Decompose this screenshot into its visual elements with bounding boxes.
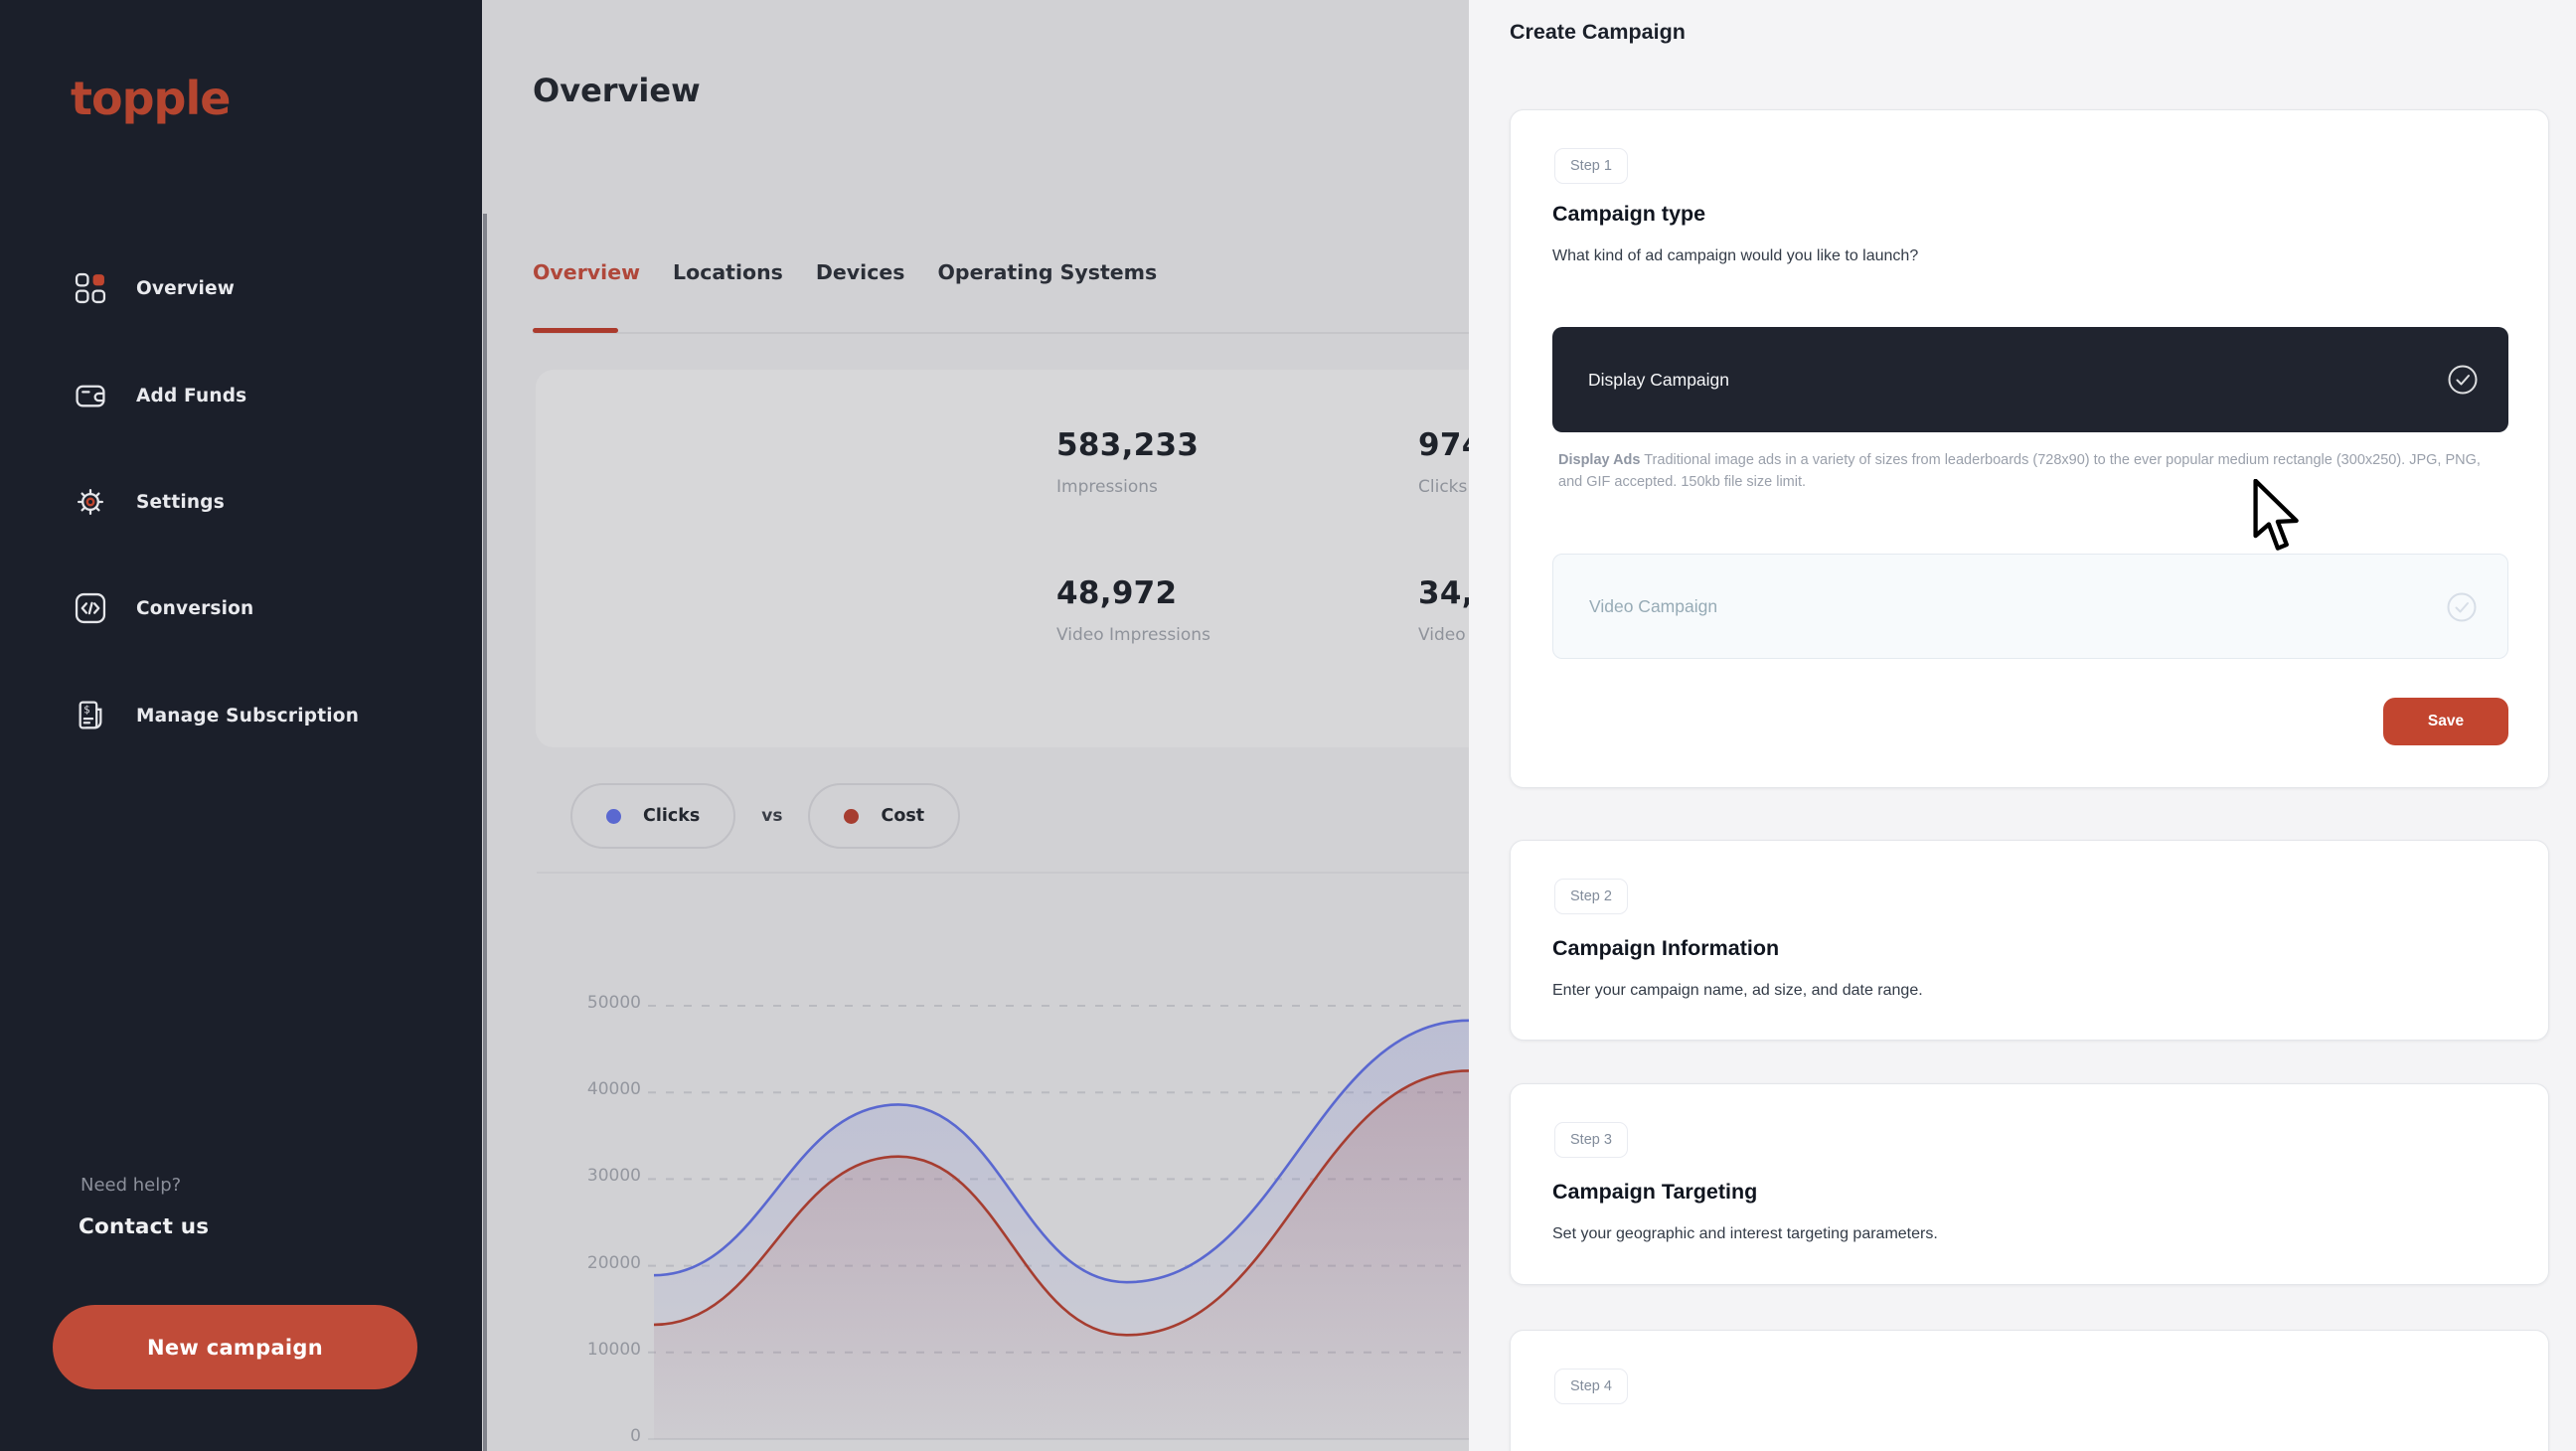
sidebar-item-label: Settings: [136, 492, 225, 513]
tab-operating-systems[interactable]: Operating Systems: [937, 260, 1157, 284]
legend-clicks-pill[interactable]: Clicks: [570, 783, 735, 849]
app-screen: topple Overview Add Funds: [0, 0, 2576, 1451]
sidebar-item-label: Overview: [136, 278, 235, 299]
sidebar-item-add-funds[interactable]: Add Funds: [75, 374, 246, 417]
sidebar-item-label: Add Funds: [136, 386, 246, 406]
need-help-text: Need help?: [80, 1175, 181, 1196]
legend-vs-text: vs: [761, 806, 782, 826]
receipt-icon: $: [75, 700, 106, 731]
step4-card[interactable]: Step 4: [1510, 1330, 2549, 1451]
legend-dot-cost: [844, 809, 859, 824]
clicks-cost-chart: [626, 984, 1469, 1451]
active-tab-underline: [533, 328, 618, 333]
step2-description: Enter your campaign name, ad size, and d…: [1552, 982, 1923, 1000]
sidebar-item-label: Conversion: [136, 598, 253, 619]
legend-cost-pill[interactable]: Cost: [808, 783, 960, 849]
contact-us-link[interactable]: Contact us: [79, 1214, 209, 1239]
chart-legend: Clicks vs Cost: [570, 783, 960, 849]
legend-dot-clicks: [606, 809, 621, 824]
option-display-campaign[interactable]: Display Campaign: [1552, 327, 2508, 432]
sidebar-item-overview[interactable]: Overview: [75, 266, 235, 310]
step2-card[interactable]: Step 2 Campaign Information Enter your c…: [1510, 840, 2549, 1041]
step3-heading: Campaign Targeting: [1552, 1180, 1757, 1205]
sidebar-item-label: Manage Subscription: [136, 706, 359, 726]
tab-locations[interactable]: Locations: [673, 260, 783, 284]
step3-description: Set your geographic and interest targeti…: [1552, 1225, 1938, 1243]
sidebar-item-conversion[interactable]: Conversion: [75, 586, 253, 630]
check-circle-icon: [2446, 591, 2478, 623]
create-campaign-drawer: Create Campaign Step 1 Campaign type Wha…: [1469, 0, 2576, 1451]
tabs-divider: [533, 332, 1469, 334]
stat-impressions: 583,233 Impressions: [1056, 427, 1199, 497]
tab-devices[interactable]: Devices: [816, 260, 905, 284]
check-circle-icon: [2447, 364, 2479, 396]
step1-badge: Step 1: [1554, 148, 1628, 184]
gear-icon: [75, 486, 106, 518]
sidebar-item-manage-subscription[interactable]: $ Manage Subscription: [75, 694, 359, 737]
save-button[interactable]: Save: [2383, 698, 2508, 745]
step4-badge: Step 4: [1554, 1369, 1628, 1404]
step1-heading: Campaign type: [1552, 202, 1705, 227]
legend-divider: [537, 872, 1469, 874]
tab-overview[interactable]: Overview: [533, 260, 640, 284]
svg-text:$: $: [83, 704, 90, 716]
step3-card[interactable]: Step 3 Campaign Targeting Set your geogr…: [1510, 1083, 2549, 1285]
sidebar-item-settings[interactable]: Settings: [75, 480, 225, 524]
drawer-title: Create Campaign: [1510, 20, 1686, 45]
sidebar: topple Overview Add Funds: [0, 0, 482, 1451]
step2-badge: Step 2: [1554, 879, 1628, 914]
new-campaign-button[interactable]: New campaign: [53, 1305, 417, 1389]
step1-card: Step 1 Campaign type What kind of ad cam…: [1510, 109, 2549, 788]
topple-logo: topple: [71, 72, 230, 125]
grid-icon: [75, 272, 106, 304]
overview-page: Overview Overview Locations Devices Oper…: [482, 0, 1469, 1451]
code-icon: [75, 592, 106, 624]
display-ads-note: Display Ads Traditional image ads in a v…: [1558, 450, 2488, 494]
tab-bar: Overview Locations Devices Operating Sys…: [533, 260, 1157, 284]
stat-video-impressions: 48,972 Video Impressions: [1056, 575, 1210, 645]
scrollbar[interactable]: [483, 214, 487, 1451]
wallet-icon: [75, 380, 106, 411]
page-title: Overview: [533, 72, 701, 109]
option-video-campaign[interactable]: Video Campaign: [1552, 554, 2508, 659]
stats-card: 583,233 Impressions 974 Clicks $2,637 Co…: [536, 370, 1510, 747]
step3-badge: Step 3: [1554, 1122, 1628, 1158]
step1-description: What kind of ad campaign would you like …: [1552, 247, 1918, 265]
mouse-cursor: [2252, 479, 2302, 559]
step2-heading: Campaign Information: [1552, 936, 1779, 961]
